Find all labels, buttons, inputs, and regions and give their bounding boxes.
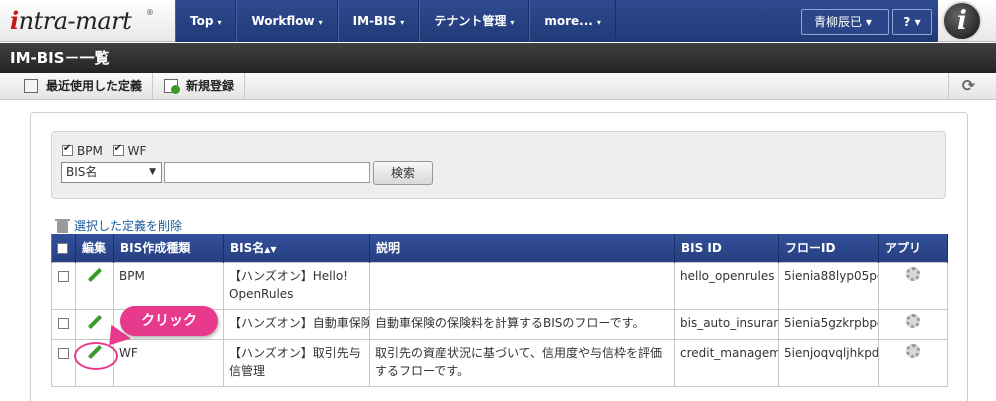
nav-item-more[interactable]: more... ▾ [529, 0, 616, 42]
trash-icon [55, 218, 70, 233]
gear-icon[interactable] [906, 266, 920, 281]
flow-id-cell: 5ienia88lyp05pd [778, 261, 879, 310]
type-cell: BPM [113, 261, 224, 310]
bis-id-cell: hello_openrules [674, 261, 779, 310]
bis-id-cell: credit_management [674, 338, 779, 387]
row-select-cell [51, 308, 76, 340]
row-select-cell [51, 338, 76, 387]
app-cell [878, 261, 948, 310]
page-title: IM-BIS－一覧 [0, 43, 996, 73]
edit-pencil-icon[interactable] [87, 314, 103, 330]
name-cell: 【ハンズオン】Hello! OpenRules [223, 261, 370, 310]
row-checkbox[interactable] [58, 347, 69, 359]
user-menu-button[interactable]: 青柳辰已 ▾ [801, 9, 889, 35]
select-all-checkbox[interactable] [57, 242, 68, 254]
name-cell: 【ハンズオン】取引先与信管理 [223, 338, 370, 387]
list-icon [24, 79, 38, 93]
column-header-app: アプリ [878, 234, 948, 262]
toolbar: 最近使用した定義 新規登録 ⟳ [0, 73, 996, 100]
edit-pencil-icon[interactable] [87, 267, 103, 283]
delete-selected-link[interactable]: 選択した定義を削除 [55, 217, 182, 234]
bis-id-cell: bis_auto_insurance [674, 308, 779, 340]
chevron-down-icon: ▾ [865, 15, 872, 29]
row-checkbox[interactable] [58, 317, 69, 329]
help-menu-button[interactable]: ? ▾ [892, 9, 932, 35]
intra-mart-logo[interactable]: intra-mart ® [10, 6, 170, 36]
table-row: BPM 【ハンズオン】Hello! OpenRules hello_openru… [51, 261, 948, 310]
type-filter: BPM WF [62, 143, 152, 158]
search-field-select[interactable]: BIS名 ▼ [61, 162, 162, 183]
bpm-checkbox[interactable] [62, 143, 73, 156]
description-cell: 取引先の資産状況に基づいて、信用度や与信枠を評価するフローです。 [369, 338, 675, 387]
click-callout: クリック [120, 306, 218, 336]
nav-item-workflow[interactable]: Workflow ▾ [236, 0, 338, 42]
new-registration-button[interactable]: 新規登録 [152, 73, 246, 99]
chevron-down-icon: ▾ [400, 18, 405, 27]
flow-id-cell: 5ienia5gzkrpbpd [778, 308, 879, 340]
chevron-down-icon: ▾ [596, 18, 601, 27]
wf-checkbox-label: WF [127, 143, 147, 158]
edit-cell [75, 261, 114, 310]
description-cell: 自動車保険の保険料を計算するBISのフローです。 [369, 308, 675, 340]
name-cell: 【ハンズオン】自動車保険 [223, 308, 370, 340]
column-header-bis-id: BIS ID [674, 234, 779, 262]
sort-icon[interactable]: ▲▼ [264, 245, 276, 254]
chevron-down-icon: ▾ [318, 18, 323, 27]
bpm-checkbox-label: BPM [77, 143, 103, 158]
search-input[interactable] [164, 162, 370, 183]
column-header-type: BIS作成種類 [113, 234, 224, 262]
app-cell [878, 338, 948, 387]
main-menu: Top ▾ Workflow ▾ IM-BIS ▾ テナント管理 ▾ more... ▾ [175, 0, 616, 42]
nav-item-top[interactable]: Top ▾ [175, 0, 237, 42]
column-header-edit: 編集 [75, 234, 114, 262]
plus-badge-icon [171, 85, 180, 94]
type-cell: WF [113, 338, 224, 387]
chevron-down-icon: ▾ [914, 15, 921, 29]
flow-id-cell: 5ienjoqvqljhkpd [778, 338, 879, 387]
column-header-name[interactable]: BIS名▲▼ [223, 234, 370, 262]
row-checkbox[interactable] [58, 270, 69, 282]
nav-item-im-bis[interactable]: IM-BIS ▾ [337, 0, 420, 42]
table-header-row: 編集 BIS作成種類 BIS名▲▼ 説明 BIS ID フローID アプリ [51, 234, 948, 262]
refresh-button[interactable]: ⟳ [948, 73, 988, 99]
chevron-down-icon: ▾ [217, 18, 222, 27]
search-button[interactable]: 検索 [373, 161, 433, 185]
gear-icon[interactable] [906, 313, 920, 328]
highlight-ring [74, 342, 118, 370]
nav-item-tenant-admin[interactable]: テナント管理 ▾ [419, 0, 530, 42]
chevron-down-icon: ▾ [510, 18, 515, 27]
column-header-flow-id: フローID [778, 234, 879, 262]
description-cell [369, 261, 675, 310]
recent-definitions-button[interactable]: 最近使用した定義 [0, 73, 154, 99]
column-header-description: 説明 [369, 234, 675, 262]
refresh-icon: ⟳ [961, 76, 976, 95]
table-row: WF 【ハンズオン】取引先与信管理 取引先の資産状況に基づいて、信用度や与信枠を… [51, 338, 948, 387]
gear-icon[interactable] [906, 343, 920, 358]
row-select-cell [51, 261, 76, 310]
app-cell [878, 308, 948, 340]
wf-checkbox[interactable] [112, 143, 124, 156]
app-launcher-icon[interactable]: i [942, 1, 982, 41]
dropdown-arrow-icon: ▼ [149, 167, 156, 177]
select-all-header[interactable] [51, 234, 76, 262]
